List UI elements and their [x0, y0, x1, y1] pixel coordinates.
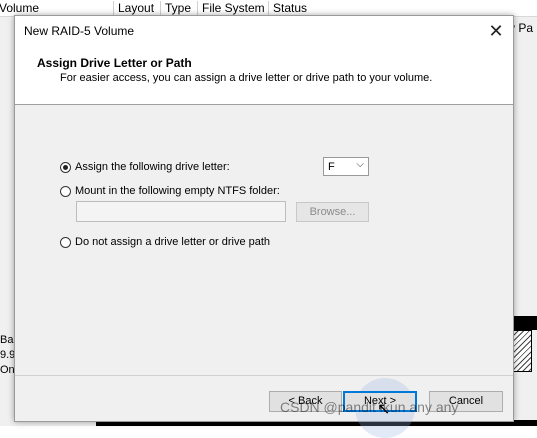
column-volume[interactable]: Volume — [0, 1, 39, 15]
wizard-header-title: Assign Drive Letter or Path — [37, 56, 192, 70]
background-unallocated-hatch — [512, 330, 532, 372]
watermark: CSDN @pandit ikun any any — [280, 399, 459, 415]
folder-path-input[interactable] — [76, 201, 286, 222]
column-layout[interactable]: Layout — [113, 1, 154, 15]
no-assign-radio[interactable] — [60, 236, 71, 248]
no-assign-option[interactable]: Do not assign a drive letter or drive pa… — [60, 236, 270, 248]
column-status[interactable]: Status — [268, 1, 307, 15]
drive-letter-value: F — [328, 161, 335, 173]
background-disk-label: Ba — [0, 334, 14, 346]
browse-button[interactable]: Browse... — [296, 202, 369, 222]
wizard-header: Assign Drive Letter or Path For easier a… — [15, 46, 513, 105]
drive-letter-select[interactable]: F ⌵ — [323, 157, 369, 176]
no-assign-label: Do not assign a drive letter or drive pa… — [75, 236, 271, 248]
background-disk-status: On — [0, 364, 15, 376]
mount-folder-radio[interactable] — [60, 185, 71, 197]
mouse-cursor-icon: ↖ — [377, 401, 391, 418]
assign-letter-option[interactable]: Assign the following drive letter: — [60, 161, 230, 173]
column-file-system[interactable]: File System — [197, 1, 265, 15]
background-disk-bar — [512, 316, 537, 330]
new-raid5-volume-dialog: New RAID-5 Volume ✕ Assign Drive Letter … — [14, 15, 514, 438]
mount-folder-label: Mount in the following empty NTFS folder… — [75, 185, 280, 197]
footer-divider — [15, 375, 513, 376]
assign-letter-label: Assign the following drive letter: — [75, 161, 230, 173]
assign-letter-radio[interactable] — [60, 161, 71, 173]
chevron-down-icon: ⌵ — [356, 159, 364, 170]
dialog-titlebar: New RAID-5 Volume ✕ — [15, 16, 513, 46]
close-icon[interactable]: ✕ — [485, 20, 507, 42]
wizard-header-subtitle: For easier access, you can assign a driv… — [60, 72, 433, 84]
wizard-body: Assign the following drive letter: F ⌵ M… — [15, 105, 513, 375]
mount-folder-option[interactable]: Mount in the following empty NTFS folder… — [60, 185, 280, 197]
background-disk-size: 9.9 — [0, 349, 16, 361]
column-type[interactable]: Type — [160, 1, 191, 15]
dialog-title: New RAID-5 Volume — [24, 24, 135, 38]
